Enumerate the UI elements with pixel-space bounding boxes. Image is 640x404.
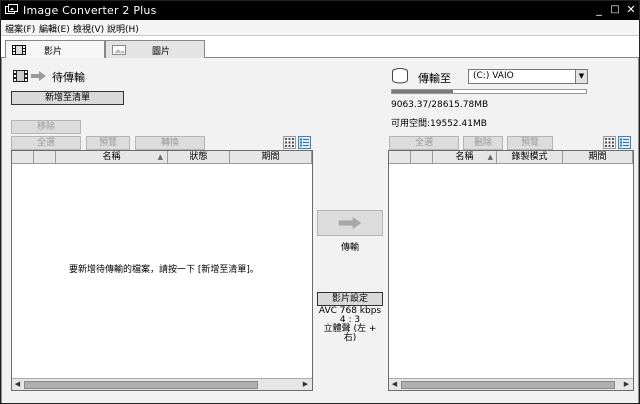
thumbnail-view-icon[interactable] [283,136,296,149]
destination-header: 傳輸至 [418,72,451,85]
dest-horizontal-scrollbar[interactable]: ◀ ▶ [389,378,633,390]
dest-list-view-icon[interactable] [618,136,631,149]
tab-video-label: 影片 [44,47,63,57]
menu-edit[interactable]: 編輯(E) [39,22,70,35]
dest-checkbox-column[interactable] [389,151,411,164]
app-window: Image Converter 2 Plus _ □ ✕ 檔案(F) 編輯(E)… [0,0,640,404]
app-icon [5,4,18,14]
pending-horizontal-scrollbar[interactable]: ◀ ▶ [12,378,312,390]
scroll-thumb[interactable] [24,381,258,389]
tab-image[interactable]: 圖片 [105,40,205,58]
sort-asc-icon: ▲ [157,153,163,161]
add-to-list-button[interactable]: 新增至清單 [11,91,124,105]
remove-button[interactable]: 移除 [11,120,81,134]
dest-icon-column[interactable] [411,151,433,164]
dest-sort-asc-icon: ▲ [487,153,493,161]
column-status[interactable]: 狀態 [168,151,230,164]
transfer-button[interactable] [317,210,383,236]
title-bar[interactable]: Image Converter 2 Plus _ □ ✕ [1,1,639,20]
pending-list-header: 名稱 ▲ 狀態 期間 [12,151,312,164]
window-title: Image Converter 2 Plus [23,4,157,17]
destination-device-value: (C:) VAIO [473,71,514,81]
dest-thumbnail-view-icon[interactable] [603,136,616,149]
audio-info: 立體聲 (左 + 右) [323,324,377,343]
list-view-icon[interactable] [298,136,311,149]
main-panel: 待傳輸 新增至清單 移除 全選 預覽 轉換 名稱 ▲ 狀態 期間 要新增待傳輸的… [2,58,638,403]
dest-column-name-label: 名稱 [455,152,474,162]
dest-column-rec-mode[interactable]: 錄製模式 [497,151,563,164]
dest-delete-button[interactable]: 刪除 [463,136,503,150]
chevron-down-icon[interactable]: ▼ [575,70,587,83]
convert-button[interactable]: 轉換 [135,136,205,150]
drive-icon [392,68,408,84]
scroll-right-icon[interactable]: ▶ [301,380,310,389]
menu-file[interactable]: 檔案(F) [5,22,35,35]
destination-list-header: 名稱 ▲ 錄製模式 期間 [389,151,633,164]
right-arrow-icon [338,216,362,230]
checkbox-column[interactable] [12,151,34,164]
menu-view[interactable]: 檢視(V) [73,22,104,35]
film-icon [12,45,26,55]
dest-scroll-thumb[interactable] [401,381,615,389]
tab-image-label: 圖片 [152,47,171,57]
select-all-button[interactable]: 全選 [11,136,81,150]
column-name[interactable]: 名稱 ▲ [56,151,168,164]
column-name-label: 名稱 [102,152,121,162]
preview-button[interactable]: 預覽 [86,136,130,150]
pending-header: 待傳輸 [52,71,85,84]
maximize-button[interactable]: □ [607,3,623,17]
storage-usage-fill [392,90,454,93]
transfer-label: 傳輸 [341,243,360,253]
close-button[interactable]: ✕ [623,3,639,17]
free-space: 可用空間:19552.41MB [391,119,487,129]
scroll-left-icon[interactable]: ◀ [13,380,22,389]
dest-scroll-left-icon[interactable]: ◀ [390,380,399,389]
storage-capacity: 9063.37/28615.78MB [391,100,489,110]
image-icon [112,45,126,55]
tab-bar: 影片 圖片 [1,36,639,59]
destination-file-list[interactable]: 名稱 ▲ 錄製模式 期間 ◀ ▶ [388,150,634,391]
icon-column[interactable] [34,151,56,164]
minimize-button[interactable]: _ [591,3,607,17]
destination-device-select[interactable]: (C:) VAIO ▼ [468,69,588,84]
empty-list-message: 要新增待傳輸的檔案，請按一下 [新增至清單]。 [69,265,259,275]
menu-bar: 檔案(F) 編輯(E) 檢視(V) 說明(H) [1,20,639,36]
tab-video[interactable]: 影片 [5,40,105,59]
video-settings-summary: AVC 768 kbps 4 : 3 立體聲 (左 + 右) [317,307,383,343]
column-duration[interactable]: 期間 [230,151,312,164]
pending-file-list[interactable]: 名稱 ▲ 狀態 期間 要新增待傳輸的檔案，請按一下 [新增至清單]。 ◀ ▶ [11,150,313,391]
storage-usage-bar [391,89,587,94]
video-settings-button[interactable]: 影片設定 [317,292,383,306]
dest-preview-button[interactable]: 預覽 [507,136,553,150]
menu-help[interactable]: 說明(H) [107,22,139,35]
dest-select-all-button[interactable]: 全選 [389,136,459,150]
film-transfer-icon [13,70,46,82]
dest-column-name[interactable]: 名稱 ▲ [433,151,497,164]
dest-scroll-right-icon[interactable]: ▶ [622,380,631,389]
dest-column-duration[interactable]: 期間 [563,151,633,164]
